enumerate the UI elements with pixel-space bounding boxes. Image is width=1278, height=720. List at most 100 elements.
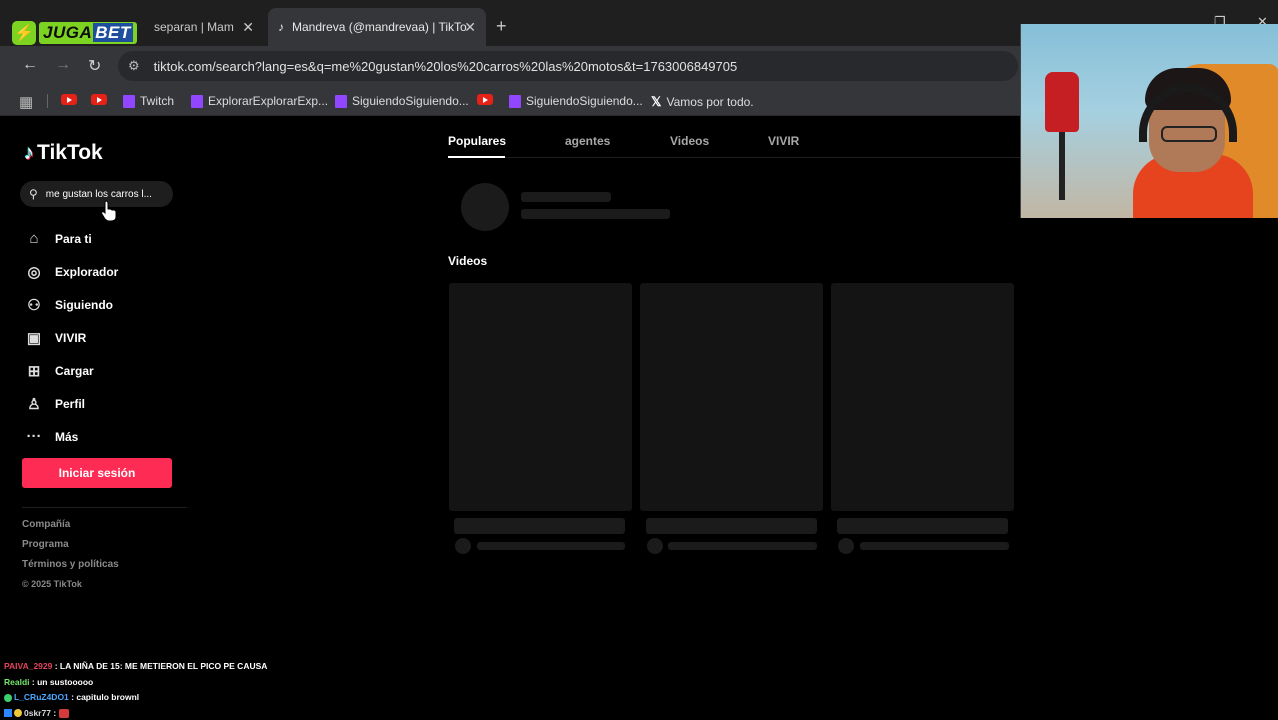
bookmark-item[interactable]: ExplorarExplorarExp...: [191, 94, 328, 108]
tab-label: separan | Mam: [154, 20, 234, 34]
login-button[interactable]: Iniciar sesión: [22, 458, 172, 488]
chat-message: PAIVA_2929 : LA NIÑA DE 15: ME METIERON …: [4, 659, 267, 675]
close-icon[interactable]: ✕: [464, 19, 476, 36]
footer-link-terminos[interactable]: Términos y políticas: [22, 559, 119, 570]
stream-chat: PAIVA_2929 : LA NIÑA DE 15: ME METIERON …: [4, 659, 267, 720]
bookmark-item[interactable]: 𝕏 Vamos por todo.: [651, 94, 754, 110]
footer-link-compania[interactable]: Compañía: [22, 519, 70, 530]
skeleton-line: [646, 518, 817, 534]
skeleton-line: [521, 192, 611, 202]
sidebar-item-mas[interactable]: ··· Más: [24, 420, 118, 453]
chat-text: : capitulo brownl: [68, 692, 140, 702]
upload-icon: ⊞: [27, 362, 41, 380]
bookmark-item[interactable]: SiguiendoSiguiendo...: [509, 94, 643, 108]
sidebar-item-para-ti[interactable]: ⌂ Para ti: [24, 222, 118, 255]
address-bar[interactable]: ⚙ tiktok.com/search?lang=es&q=me%20gusta…: [118, 51, 1018, 81]
following-icon: ⚇: [27, 296, 41, 314]
chat-text: :: [50, 707, 59, 718]
chat-username: 0skr77: [24, 707, 51, 718]
live-icon: ▣: [26, 329, 42, 347]
twitch-icon: [123, 94, 135, 108]
skeleton-line: [668, 542, 817, 550]
browser-tab-2[interactable]: ♪ Mandreva (@mandrevaa) | TikTo ✕: [268, 8, 486, 46]
video-card-skeleton: [449, 283, 632, 511]
tab-vivir[interactable]: VIVIR: [768, 134, 799, 148]
x-icon: 𝕏: [651, 94, 662, 109]
twitch-icon: [509, 94, 521, 108]
sidebar-item-label: Cargar: [55, 363, 94, 378]
close-icon[interactable]: ✕: [242, 19, 254, 36]
chat-username: PAIVA_2929: [4, 661, 53, 671]
skeleton-line: [477, 542, 625, 550]
tab-agentes[interactable]: agentes: [565, 134, 610, 148]
sidebar-divider: [22, 507, 187, 508]
more-icon: ···: [26, 428, 42, 445]
stream-sponsor-logo: ⚡ JUGA BET: [12, 20, 148, 46]
bookmark-label: SiguiendoSiguiendo...: [352, 94, 469, 108]
bookmark-label: Vamos por todo.: [666, 95, 754, 109]
tab-populares[interactable]: Populares: [448, 134, 506, 148]
sidebar-item-perfil[interactable]: ♙ Perfil: [24, 387, 118, 420]
search-results-tabs: Populares agentes Videos VIVIR: [448, 130, 1020, 158]
bookmark-item[interactable]: [91, 94, 107, 105]
emote-icon: [58, 708, 69, 718]
bookmark-item[interactable]: [61, 94, 77, 105]
footer-copyright: © 2025 TikTok: [22, 579, 82, 589]
tab-videos[interactable]: Videos: [670, 134, 709, 148]
video-card-skeleton: [831, 283, 1014, 511]
skeleton-dot: [647, 538, 663, 554]
compass-icon: ◎: [27, 263, 41, 281]
bookmark-label: ExplorarExplorarExp...: [208, 94, 329, 108]
profile-icon: ♙: [27, 395, 41, 413]
sidebar-item-label: Para ti: [55, 231, 92, 246]
bookmark-item[interactable]: [477, 94, 493, 105]
sponsor-wordmark: JUGA BET: [39, 22, 137, 44]
bookmarks-divider: [47, 94, 48, 108]
bookmark-item[interactable]: SiguiendoSiguiendo...: [335, 94, 469, 108]
footer-link-programa[interactable]: Programa: [22, 539, 69, 550]
bolt-icon: ⚡: [12, 21, 36, 45]
mic-arm: [1059, 130, 1065, 200]
search-icon: ⚲: [29, 187, 38, 201]
skeleton-avatar: [461, 183, 509, 231]
skeleton-line: [454, 518, 625, 534]
webcam-overlay: [1020, 24, 1278, 218]
new-tab-button[interactable]: +: [496, 16, 507, 37]
video-card-skeleton: [640, 283, 823, 511]
tiktok-logo[interactable]: ♪ TikTok: [24, 141, 103, 165]
badge-icon: [4, 709, 12, 718]
skeleton-line: [837, 518, 1008, 534]
chat-username: L_CRuZ4DO1: [14, 692, 69, 702]
chat-username: Realdi: [4, 676, 30, 687]
sidebar-item-cargar[interactable]: ⊞ Cargar: [24, 354, 118, 387]
chat-text: : un sustooooo: [29, 676, 94, 687]
sidebar-item-vivir[interactable]: ▣ VIVIR: [24, 321, 118, 354]
tiktok-wordmark: TikTok: [37, 141, 103, 164]
youtube-icon: [61, 94, 77, 105]
sidebar-item-siguiendo[interactable]: ⚇ Siguiendo: [24, 288, 118, 321]
home-icon: ⌂: [29, 230, 39, 247]
glasses: [1161, 126, 1217, 142]
bookmark-label: Twitch: [140, 94, 175, 108]
tiktok-note-icon: ♪: [24, 141, 34, 164]
sidebar-item-explorador[interactable]: ◎ Explorador: [24, 255, 118, 288]
reload-icon[interactable]: ↻: [88, 56, 101, 76]
forward-icon[interactable]: →: [55, 56, 71, 74]
sidebar-item-label: Explorador: [55, 264, 119, 279]
chat-text: : LA NIÑA DE 15: ME METIERON EL PICO PE …: [52, 661, 268, 671]
url-text[interactable]: tiktok.com/search?lang=es&q=me%20gustan%…: [154, 59, 738, 74]
twitch-icon: [191, 94, 203, 108]
skeleton-line: [521, 209, 670, 219]
chat-message: Realdi : un sustooooo: [4, 675, 267, 691]
badge-icon: [14, 709, 22, 718]
site-info-icon[interactable]: ⚙: [128, 58, 140, 74]
bookmark-item[interactable]: Twitch: [123, 94, 174, 108]
browser-tab-1[interactable]: separan | Mam ✕: [144, 8, 264, 46]
tiktok-favicon-icon: ♪: [278, 20, 284, 34]
apps-grid-icon[interactable]: ▦: [19, 93, 33, 111]
bookmark-label: SiguiendoSiguiendo...: [526, 94, 643, 108]
skeleton-dot: [455, 538, 471, 554]
search-input[interactable]: ⚲ me gustan los carros l...: [20, 181, 173, 207]
back-icon[interactable]: ←: [22, 56, 38, 74]
search-value[interactable]: me gustan los carros l...: [46, 189, 152, 200]
